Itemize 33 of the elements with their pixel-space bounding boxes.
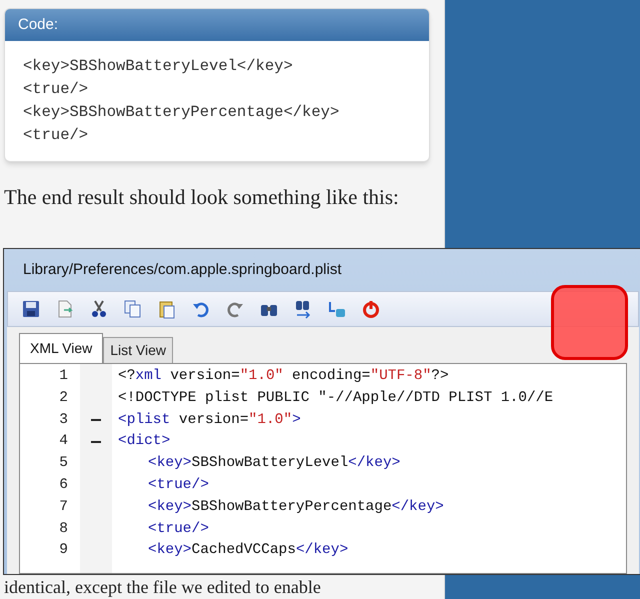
power-icon[interactable] (360, 298, 382, 320)
code-line: <true/> (23, 125, 90, 146)
line-number: 5 (59, 454, 68, 474)
code-line: <true/> (23, 79, 90, 100)
paragraph: identical, except the file we edited to enable (4, 576, 322, 598)
code-line: <key>SBShowBatteryLevel</key> (147, 454, 400, 474)
line-number: 3 (59, 410, 68, 430)
save-icon[interactable] (20, 298, 42, 320)
line-number: 6 (59, 476, 68, 495)
code-line: <true/> (147, 520, 209, 539)
fold-marker[interactable] (91, 441, 101, 444)
code-line: <key>CachedVCCaps</key> (147, 541, 348, 560)
code-line: <dict> (117, 432, 170, 452)
line-number: 7 (59, 498, 68, 517)
code-line: <!DOCTYPE plist PUBLIC "-//Apple//DTD PLIST 1.0//E (117, 388, 554, 408)
window-title: Library/Preferences/com.apple.springboard.plist (23, 260, 342, 280)
line-number: 2 (59, 388, 68, 408)
line-number: 1 (59, 367, 68, 386)
line-number: 4 (59, 432, 68, 452)
code-line: <key>SBShowBatteryPercentage</key> (23, 102, 340, 123)
fold-marker[interactable] (91, 419, 101, 422)
code-line: <key>SBShowBatteryPercentage</key> (147, 498, 444, 517)
code-editor[interactable] (19, 363, 627, 574)
tab[interactable]: List View (103, 337, 174, 363)
line-number: 8 (59, 520, 68, 539)
code-line: <key>SBShowBatteryLevel</key> (23, 56, 294, 77)
code-box-title: Code: (18, 14, 58, 35)
line-number: 9 (59, 541, 68, 560)
code-line: <plist version="1.0"> (117, 410, 301, 430)
paragraph: The end result should look something like this: (4, 184, 400, 211)
code-line: <true/> (147, 476, 209, 495)
code-line: <?xml version="1.0" encoding="UTF-8"?> (117, 367, 449, 386)
tab[interactable]: XML View (19, 333, 104, 363)
